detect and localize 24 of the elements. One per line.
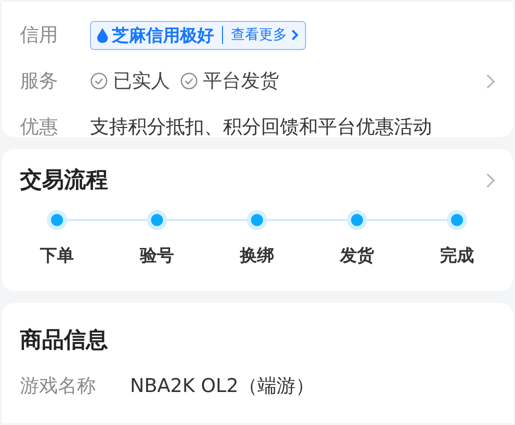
drop-icon xyxy=(97,28,108,42)
chevron-icon[interactable] xyxy=(486,172,495,188)
field-value: NBA2K OL2（端游） xyxy=(130,374,314,399)
step-label: 完成 xyxy=(440,245,474,267)
row-label: 信用 xyxy=(20,23,59,48)
section-title: 交易流程 xyxy=(20,166,108,195)
row-label: 优惠 xyxy=(20,115,59,140)
more-link[interactable]: 查看更多 xyxy=(231,26,287,44)
service-tag: 已实人 xyxy=(113,68,170,94)
section-title: 商品信息 xyxy=(20,328,108,353)
service-tag: 平台发货 xyxy=(203,68,279,94)
credit-badge[interactable]: 芝麻信用极好 查看更多 xyxy=(90,20,306,50)
chevron-icon[interactable] xyxy=(486,74,495,88)
step-label: 下单 xyxy=(40,245,74,267)
credit-text: 芝麻信用极好 xyxy=(112,24,214,46)
step-label: 发货 xyxy=(340,245,374,267)
step-label: 换绑 xyxy=(240,245,274,267)
field-label: 游戏名称 xyxy=(20,374,97,399)
step-label: 验号 xyxy=(140,245,174,267)
chevron-icon xyxy=(291,29,299,41)
row-label: 服务 xyxy=(20,69,59,94)
check-circle-icon xyxy=(180,72,198,90)
check-circle-icon xyxy=(90,72,108,90)
offer-text: 支持积分抵扣、积分回馈和平台优惠活动 xyxy=(90,115,432,140)
